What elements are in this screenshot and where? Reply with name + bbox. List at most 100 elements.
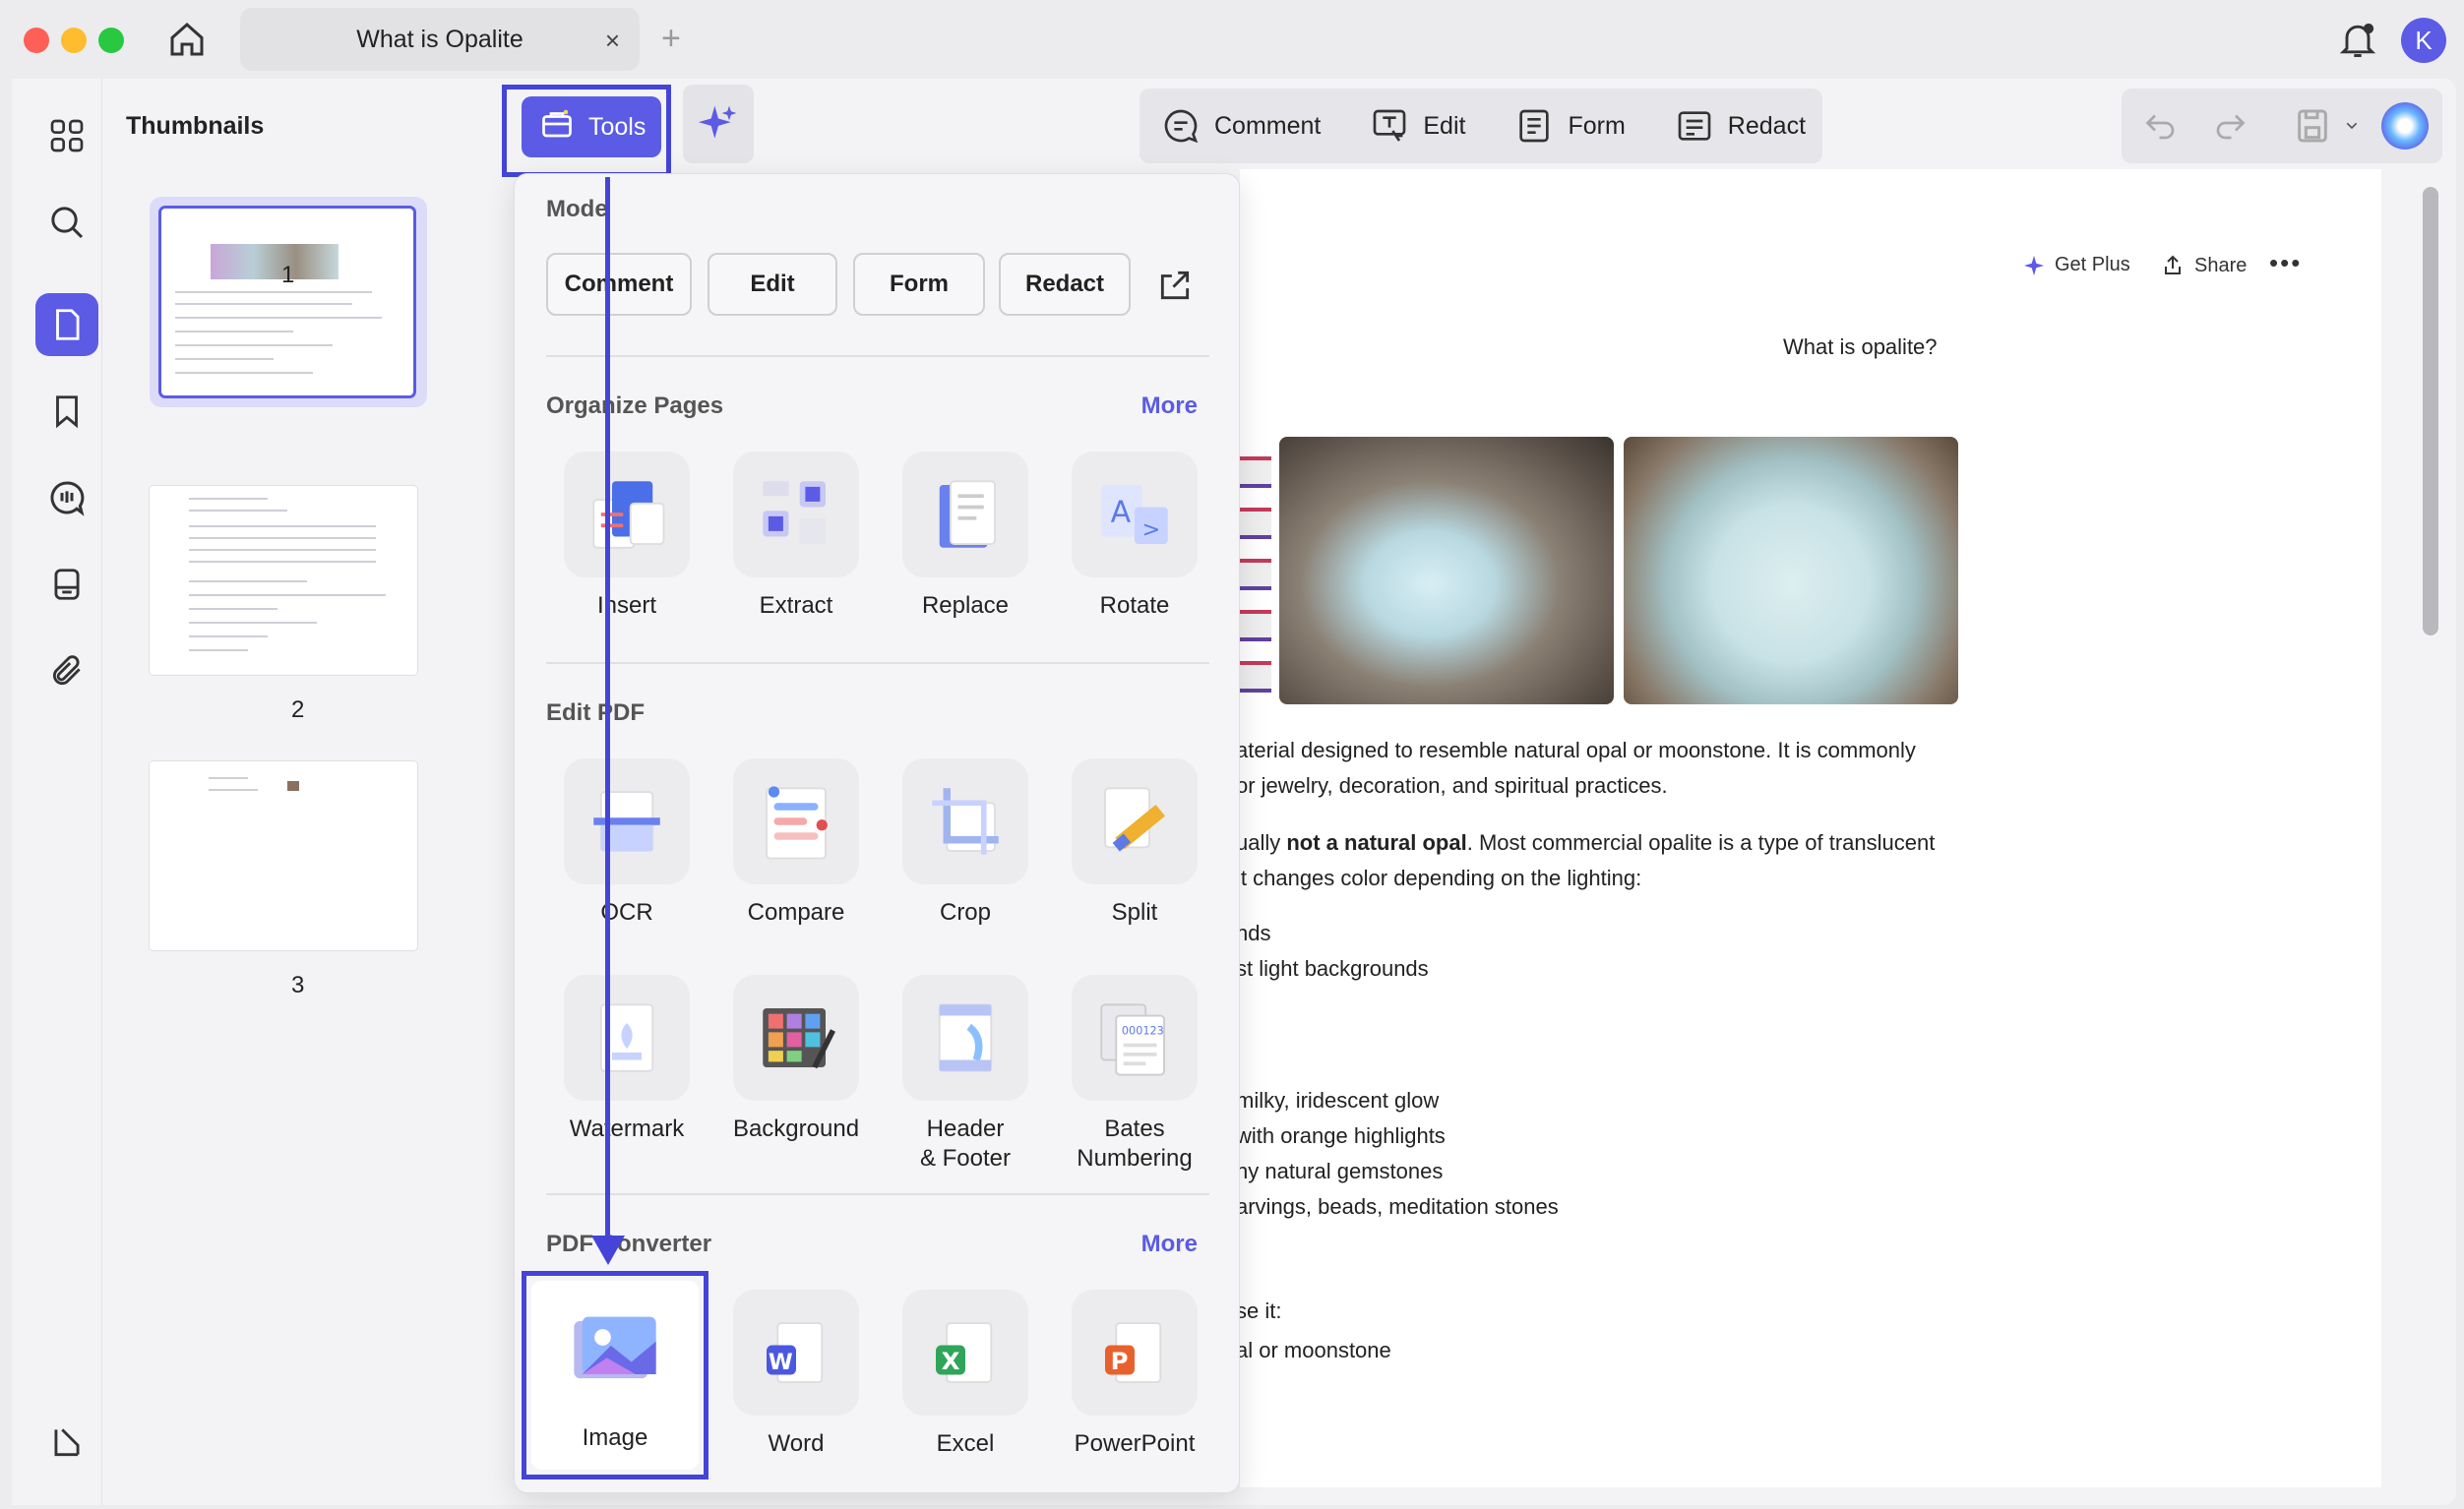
undo-icon[interactable] [2143,108,2179,144]
comment-mode-button[interactable]: Comment [1161,106,1321,146]
grid-icon[interactable] [35,104,98,167]
panel-toggle-icon[interactable] [35,1411,98,1474]
zoom-window-button[interactable] [98,28,124,53]
close-window-button[interactable] [24,28,49,53]
document-tab[interactable]: What is Opalite × [240,8,640,71]
search-icon[interactable] [35,191,98,254]
background-tool[interactable]: Background [717,975,875,1144]
doc-line: it changes color depending on the lighti… [1236,866,1642,890]
extract-label: Extract [759,592,833,619]
watermark-label: Watermark [569,1116,685,1142]
replace-label: Replace [921,592,1010,619]
form-mode-button[interactable]: Form [1514,106,1626,146]
edit-mode-button[interactable]: Edit [1370,106,1465,146]
notification-bell-icon[interactable] [2336,18,2379,61]
powerpoint-icon: P [1072,1290,1198,1416]
mode-toolbar: Comment Edit Form Redact [1140,89,1822,163]
excel-label: Excel [936,1430,995,1457]
comment-icon [1164,109,1199,144]
get-plus-button[interactable]: Get Plus [2023,254,2130,276]
panel-comment-button[interactable]: Comment [546,253,692,316]
annotation-arrow-line [605,177,610,1239]
watermark-tool[interactable]: Watermark [548,975,706,1144]
thumbnails-page-icon[interactable] [35,293,98,356]
background-label: Background [732,1116,860,1142]
share-button[interactable]: Share [2161,254,2247,277]
document-page [1240,169,2381,1487]
bookmark-icon[interactable] [35,380,98,443]
svg-text:X: X [942,1347,960,1375]
minimize-window-button[interactable] [61,28,87,53]
tab-close-icon[interactable]: × [605,26,620,56]
thumbnail-number: 2 [291,696,305,723]
extract-tool[interactable]: Extract [717,452,875,621]
doc-line: al or moonstone [1236,1338,1391,1362]
user-avatar[interactable]: K [2401,18,2446,63]
replace-icon [902,452,1028,577]
get-plus-label: Get Plus [2055,254,2130,275]
ai-assistant-icon[interactable] [2381,102,2429,150]
doc-line: aterial designed to resemble natural opa… [1236,738,1916,762]
redact-mode-button[interactable]: Redact [1675,106,1806,146]
opalite-stone-photo [1279,437,1614,704]
doc-line: milky, iridescent glow [1236,1088,1440,1113]
left-rail [12,79,102,1505]
replace-tool[interactable]: Replace [887,452,1044,621]
word-tool[interactable]: W Word [717,1290,875,1459]
converter-more-link[interactable]: More [1141,1231,1198,1258]
home-icon[interactable] [165,18,209,61]
thumbnail-image [150,761,417,950]
new-tab-icon[interactable]: + [661,20,681,58]
panel-form-button[interactable]: Form [853,253,985,316]
thumbnail-image [150,486,417,675]
attachments-page-icon[interactable] [35,553,98,616]
open-external-icon[interactable] [1156,267,1194,304]
form-icon [1519,109,1550,143]
save-icon[interactable] [2293,106,2332,146]
insert-tool[interactable]: Insert [548,452,706,621]
annotation-arrow-head [591,1236,625,1265]
sparkle-icon [2023,255,2045,275]
panel-redact-button[interactable]: Redact [999,253,1131,316]
title-bar: What is Opalite × + K [0,0,2464,79]
edit-mode-label: Edit [1423,111,1466,140]
bates-numbering-tool[interactable]: 000123 Bates Numbering [1056,975,1213,1174]
rotate-tool[interactable]: A > Rotate [1056,452,1213,621]
thumbnails-title: Thumbnails [126,112,265,140]
redo-icon[interactable] [2212,108,2248,144]
excel-tool[interactable]: X Excel [887,1290,1044,1459]
paperclip-icon[interactable] [35,639,98,702]
thumbnail-page-3[interactable] [150,761,427,950]
document-scrollbar[interactable] [2423,187,2438,635]
organize-more-link[interactable]: More [1141,392,1198,420]
doc-line-bold: ually not a natural opal. Most commercia… [1236,830,1935,856]
word-label: Word [768,1430,825,1457]
powerpoint-tool[interactable]: P PowerPoint [1056,1290,1213,1459]
compare-tool[interactable]: Compare [717,758,875,928]
share-icon [2165,255,2181,274]
ai-sparkle-icon[interactable] [683,85,754,163]
svg-text:>: > [1142,517,1161,543]
header-footer-icon [902,975,1028,1101]
doc-line: arvings, beads, meditation stones [1236,1194,1559,1219]
edit-pdf-section-title: Edit PDF [546,699,645,726]
panel-edit-button[interactable]: Edit [708,253,837,316]
comments-icon[interactable] [35,466,98,529]
compare-label: Compare [747,899,845,926]
thumbnail-page-2[interactable] [150,486,427,675]
more-options-icon[interactable]: ••• [2269,248,2302,278]
chevron-down-icon[interactable] [2342,118,2362,134]
svg-text:W: W [769,1350,793,1375]
header-footer-tool[interactable]: Header & Footer [887,975,1044,1174]
insert-icon [564,452,690,577]
thumbnail-page-1[interactable] [150,197,427,407]
extract-icon [733,452,859,577]
crop-tool[interactable]: Crop [887,758,1044,928]
edit-icon [1374,109,1406,142]
section-divider [546,662,1209,664]
ocr-tool[interactable]: OCR [548,758,706,928]
redact-icon [1678,111,1711,141]
split-tool[interactable]: Split [1056,758,1213,928]
form-mode-label: Form [1568,111,1626,140]
compare-icon [733,758,859,884]
